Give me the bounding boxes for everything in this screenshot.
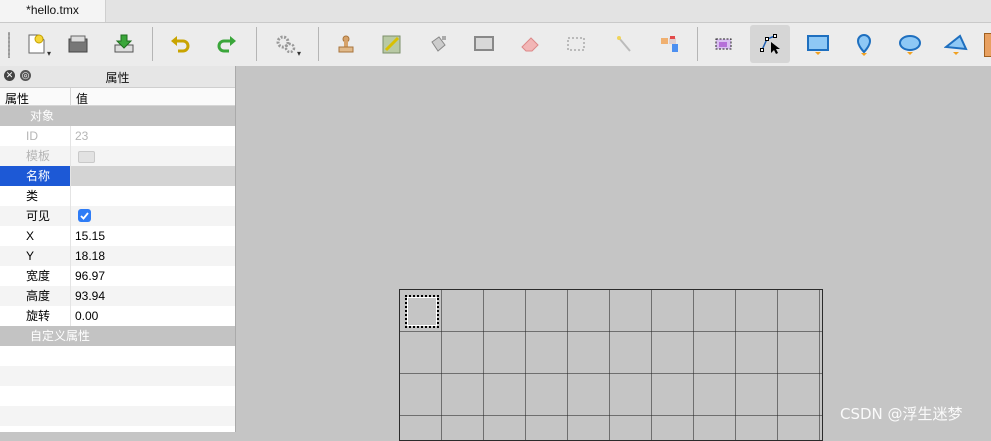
chevron-down-icon: ▾ (47, 49, 52, 58)
eraser-icon (521, 37, 539, 52)
property-row-template: 模板 (0, 146, 235, 166)
main-toolbar: ▾ ▾ (0, 23, 991, 67)
toolbar-grip[interactable] (8, 32, 10, 58)
select-same-tile-button[interactable] (650, 25, 690, 63)
redo-icon (217, 36, 236, 53)
bucket-icon (431, 36, 446, 52)
properties-panel: ✕ ◎ 属性 属性 值 对象 ID 23 模板 名称 类 可见 X 15.15 … (0, 66, 236, 432)
property-key: 模板 (0, 146, 71, 166)
toolbar-separator (318, 27, 319, 61)
undo-button[interactable] (160, 25, 200, 63)
properties-table-header: 属性 值 (0, 88, 235, 106)
property-key: ID (0, 126, 71, 146)
document-tab-bar: *hello.tmx (0, 0, 991, 23)
select-objects-button[interactable] (704, 25, 744, 63)
eraser-button[interactable] (510, 25, 550, 63)
insert-point-button[interactable] (843, 25, 883, 63)
rectangle-icon (807, 35, 829, 55)
column-divider[interactable] (70, 88, 71, 105)
magic-wand-button[interactable] (604, 25, 644, 63)
property-key: X (0, 226, 71, 246)
ellipse-icon (899, 35, 921, 55)
tile-map[interactable] (399, 289, 823, 441)
property-row-class[interactable]: 类 (0, 186, 235, 206)
open-button[interactable] (58, 25, 98, 63)
insert-rectangle-button[interactable] (797, 25, 837, 63)
gears-icon (276, 35, 296, 54)
property-row-height[interactable]: 高度 93.94 (0, 286, 235, 306)
new-file-icon (28, 34, 45, 54)
property-key: 旋转 (0, 306, 71, 326)
toolbar-separator (697, 27, 698, 61)
selected-rectangle-object[interactable] (405, 295, 439, 328)
property-row-visible[interactable]: 可见 (0, 206, 235, 226)
toolbar-overflow-icon[interactable] (984, 33, 991, 57)
rect-select-button[interactable] (556, 25, 596, 63)
property-row-y[interactable]: Y 18.18 (0, 246, 235, 266)
group-object[interactable]: 对象 (0, 106, 235, 126)
map-canvas[interactable] (236, 66, 991, 441)
rotation-value-field[interactable]: 0.00 (75, 306, 98, 326)
toolbar-separator (152, 27, 153, 61)
property-row-x[interactable]: X 15.15 (0, 226, 235, 246)
property-key: 高度 (0, 286, 71, 306)
x-value-field[interactable]: 15.15 (75, 226, 105, 246)
magic-wand-icon (617, 36, 631, 52)
properties-panel-titlebar: ✕ ◎ 属性 (0, 66, 235, 88)
empty-row (0, 386, 235, 406)
property-key: Y (0, 246, 71, 266)
tab-hello-tmx[interactable]: *hello.tmx (0, 0, 106, 22)
property-row-rotation[interactable]: 旋转 0.00 (0, 306, 235, 326)
width-value-field[interactable]: 96.97 (75, 266, 105, 286)
checkmark-icon (80, 212, 89, 220)
toolbar-separator (256, 27, 257, 61)
edit-polygons-button[interactable] (750, 25, 790, 63)
redo-button[interactable] (207, 25, 247, 63)
group-label: 对象 (30, 109, 55, 123)
group-label: 自定义属性 (30, 329, 91, 343)
rectangle-fill-icon (474, 36, 494, 51)
polygon-icon (944, 34, 968, 55)
select-objects-icon (715, 38, 732, 50)
visible-checkbox[interactable] (78, 209, 91, 222)
header-name-column[interactable]: 属性 (5, 90, 29, 107)
property-key: 可见 (0, 206, 71, 226)
terrain-brush-button[interactable] (372, 25, 412, 63)
header-value-column[interactable]: 值 (76, 90, 88, 107)
commands-button[interactable]: ▾ (266, 25, 306, 63)
property-row-name[interactable]: 名称 (0, 166, 235, 186)
property-key: 类 (0, 186, 71, 206)
y-value-field[interactable]: 18.18 (75, 246, 105, 266)
height-value-field[interactable]: 93.94 (75, 286, 105, 306)
bucket-fill-button[interactable] (418, 25, 458, 63)
stamp-icon (338, 35, 354, 53)
property-value: 23 (75, 129, 89, 143)
property-key: 名称 (0, 166, 71, 186)
new-map-button[interactable]: ▾ (16, 25, 56, 63)
template-icon (78, 151, 95, 163)
save-button[interactable] (104, 25, 144, 63)
stamp-brush-button[interactable] (326, 25, 366, 63)
folder-icon (68, 35, 88, 53)
edit-polygons-icon (760, 34, 780, 54)
same-tile-icon (661, 36, 678, 52)
undo-icon (171, 36, 190, 53)
insert-ellipse-button[interactable] (889, 25, 929, 63)
shape-fill-button[interactable] (464, 25, 504, 63)
empty-row (0, 346, 235, 366)
watermark: CSDN @浮生迷梦 (840, 405, 963, 423)
property-key: 宽度 (0, 266, 71, 286)
empty-row (0, 406, 235, 426)
chevron-down-icon: ▾ (297, 49, 302, 58)
insert-polygon-button[interactable] (935, 25, 975, 63)
point-icon (856, 33, 872, 56)
terrain-icon (382, 35, 401, 54)
rect-select-icon (567, 37, 585, 51)
empty-row (0, 366, 235, 386)
property-row-id: ID 23 (0, 126, 235, 146)
group-custom-properties[interactable]: 自定义属性 (0, 326, 235, 346)
properties-panel-title: 属性 (105, 71, 130, 85)
save-icon (114, 34, 134, 53)
property-row-width[interactable]: 宽度 96.97 (0, 266, 235, 286)
